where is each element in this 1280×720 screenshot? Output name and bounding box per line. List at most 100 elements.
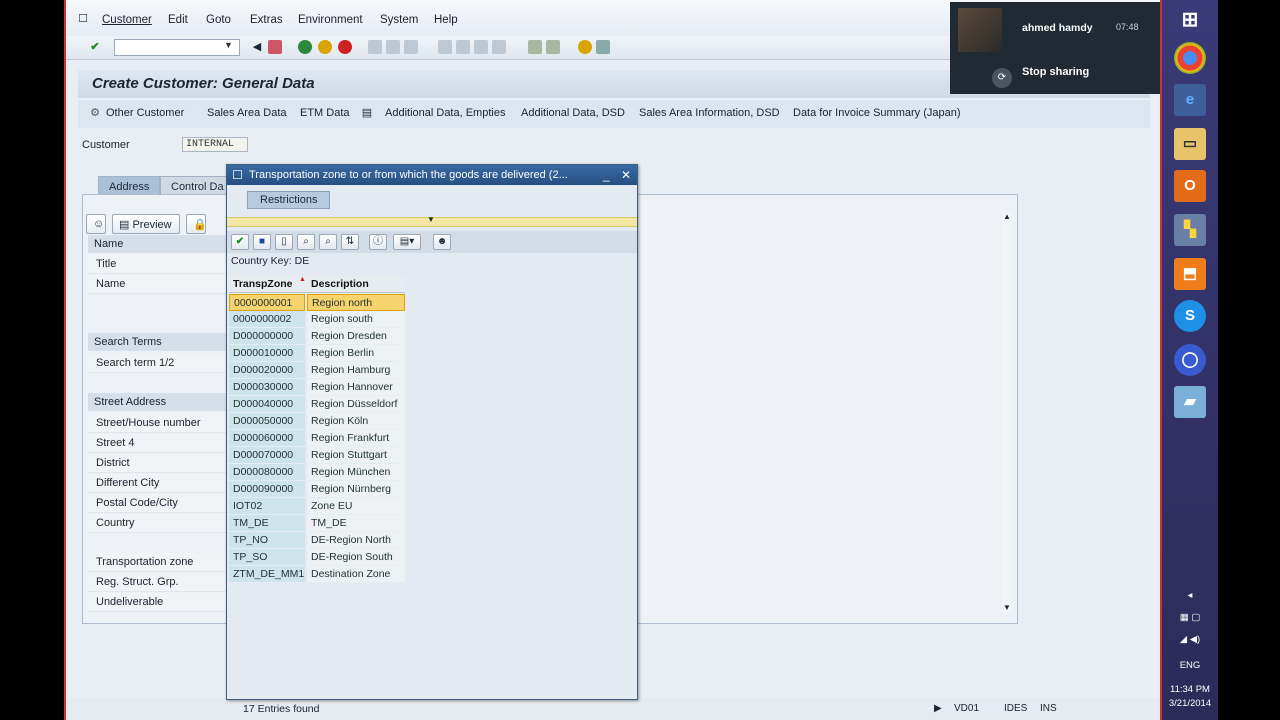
find-next-icon[interactable]: ⌕ [319,234,337,250]
clock-date[interactable]: 3/21/2014 [1162,698,1218,709]
list-item[interactable]: TM_DE TM_DE [229,515,405,532]
description-cell[interactable]: Region Köln [307,413,405,430]
transpzone-cell[interactable]: D000070000 [229,447,305,464]
transpzone-cell[interactable]: D000010000 [229,345,305,362]
chevron-down-icon[interactable]: ▼ [224,40,233,50]
list-item[interactable]: D000060000 Region Frankfurt [229,430,405,447]
clock-time[interactable]: 11:34 PM [1162,684,1218,695]
description-cell[interactable]: Region Frankfurt [307,430,405,447]
description-cell[interactable]: Destination Zone [307,566,405,583]
list-item[interactable]: TP_SO DE-Region South [229,549,405,566]
description-cell[interactable]: Region Nürnberg [307,481,405,498]
column-header-description[interactable]: Description [311,278,369,290]
previous-page-icon[interactable] [456,40,470,54]
description-cell[interactable]: Region Dresden [307,328,405,345]
description-cell[interactable]: Region Hannover [307,379,405,396]
next-page-icon[interactable] [474,40,488,54]
cancel-icon[interactable]: ■ [253,234,271,250]
transpzone-cell[interactable]: D000000000 [229,328,305,345]
first-page-icon[interactable] [438,40,452,54]
sales-area-information-dsd-button[interactable]: Sales Area Information, DSD [639,107,780,119]
transpzone-cell[interactable]: D000090000 [229,481,305,498]
skype-icon[interactable]: S [1174,300,1206,332]
description-cell[interactable]: Region south [307,311,405,328]
new-icon[interactable]: ▯ [275,234,293,250]
info-icon[interactable]: ⓘ [369,234,387,250]
list-item[interactable]: D000080000 Region München [229,464,405,481]
transpzone-cell[interactable]: D000060000 [229,430,305,447]
transpzone-cell[interactable]: D000020000 [229,362,305,379]
description-cell[interactable]: Region Hamburg [307,362,405,379]
minimize-icon[interactable]: _ [603,168,610,182]
lock-icon[interactable]: 🔒 [186,214,207,234]
tab-address[interactable]: Address [98,176,161,196]
cancel-icon[interactable] [338,40,352,54]
outlook-icon[interactable]: O [1174,170,1206,202]
sort-icon[interactable]: ⇅ [341,234,359,250]
invoice-summary-japan-button[interactable]: Data for Invoice Summary (Japan) [793,107,961,119]
restrictions-collapse-bar[interactable]: ▼ [227,215,637,227]
description-cell[interactable]: DE-Region North [307,532,405,549]
list-item[interactable]: TP_NO DE-Region North [229,532,405,549]
status-arrow-icon[interactable]: ▶ [934,703,942,714]
list-item[interactable]: D000070000 Region Stuttgart [229,447,405,464]
transpzone-cell[interactable]: 0000000002 [229,311,305,328]
description-cell[interactable]: Zone EU [307,498,405,515]
layout-icon[interactable] [596,40,610,54]
print-icon[interactable] [368,40,382,54]
find-icon[interactable]: ⌕ [297,234,315,250]
description-cell[interactable]: Region north [307,294,405,311]
tab-control-data[interactable]: Control Da [160,176,230,196]
list-item[interactable]: D000000000 Region Dresden [229,328,405,345]
transpzone-cell[interactable]: D000040000 [229,396,305,413]
keyboard-language[interactable]: ENG [1162,660,1218,671]
menu-environment[interactable]: Environment [298,14,363,26]
description-cell[interactable]: Region Düsseldorf [307,396,405,413]
transpzone-cell[interactable]: TP_SO [229,549,305,566]
list-item[interactable]: D000020000 Region Hamburg [229,362,405,379]
share-icon[interactable]: ⟳ [992,68,1012,88]
description-cell[interactable]: DE-Region South [307,549,405,566]
vertical-scrollbar[interactable]: ▲ ▼ [1002,212,1012,612]
copy-icon[interactable]: ✔ [231,234,249,250]
transpzone-cell[interactable]: D000050000 [229,413,305,430]
menu-goto[interactable]: Goto [206,14,231,26]
list-item[interactable]: D000040000 Region Düsseldorf [229,396,405,413]
back-icon[interactable] [298,40,312,54]
back-arrow-icon[interactable]: ◀ [250,40,264,54]
chevron-down-icon[interactable]: ▼ [427,215,435,224]
window-menu-icon[interactable]: ☐ [76,12,90,26]
file-explorer-icon[interactable]: ▭ [1174,128,1206,160]
display-icon[interactable]: ☺ [86,214,106,234]
additional-data-empties-button[interactable]: Additional Data, Empties [385,107,505,119]
command-field[interactable] [114,39,240,56]
list-item[interactable]: 0000000002 Region south [229,311,405,328]
find-icon[interactable] [386,40,400,54]
internet-explorer-icon[interactable]: e [1174,84,1206,116]
scroll-down-icon[interactable]: ▼ [1003,603,1011,612]
menu-edit[interactable]: Edit [168,14,188,26]
stop-sharing-button[interactable]: Stop sharing [1022,66,1089,78]
enter-icon[interactable]: ✔ [88,40,102,54]
transpzone-cell[interactable]: D000080000 [229,464,305,481]
menu-system[interactable]: System [380,14,418,26]
menu-extras[interactable]: Extras [250,14,283,26]
personal-list-icon[interactable]: ☻ [433,234,451,250]
transpzone-cell[interactable]: IOT02 [229,498,305,515]
tray-chevron-icon[interactable]: ◂ [1162,590,1218,601]
transpzone-cell[interactable]: ZTM_DE_MM1 [229,566,305,583]
chrome-icon[interactable] [1174,42,1206,74]
tray-volume-icon[interactable]: ◢ ◀) [1162,634,1218,645]
list-item[interactable]: D000010000 Region Berlin [229,345,405,362]
description-cell[interactable]: Region Berlin [307,345,405,362]
sales-area-data-button[interactable]: Sales Area Data [207,107,287,119]
description-cell[interactable]: Region München [307,464,405,481]
tray-network-icon[interactable]: ▦ ▢ [1162,612,1218,623]
list-item[interactable]: ZTM_DE_MM1 Destination Zone [229,566,405,583]
additional-data-dsd-button[interactable]: Additional Data, DSD [521,107,625,119]
pdf-icon[interactable]: ⬒ [1174,258,1206,290]
transpzone-cell[interactable]: 0000000001 [229,294,305,311]
column-header-transpzone[interactable]: TranspZone [233,278,293,290]
list-item[interactable]: D000050000 Region Köln [229,413,405,430]
menu-help[interactable]: Help [434,14,458,26]
